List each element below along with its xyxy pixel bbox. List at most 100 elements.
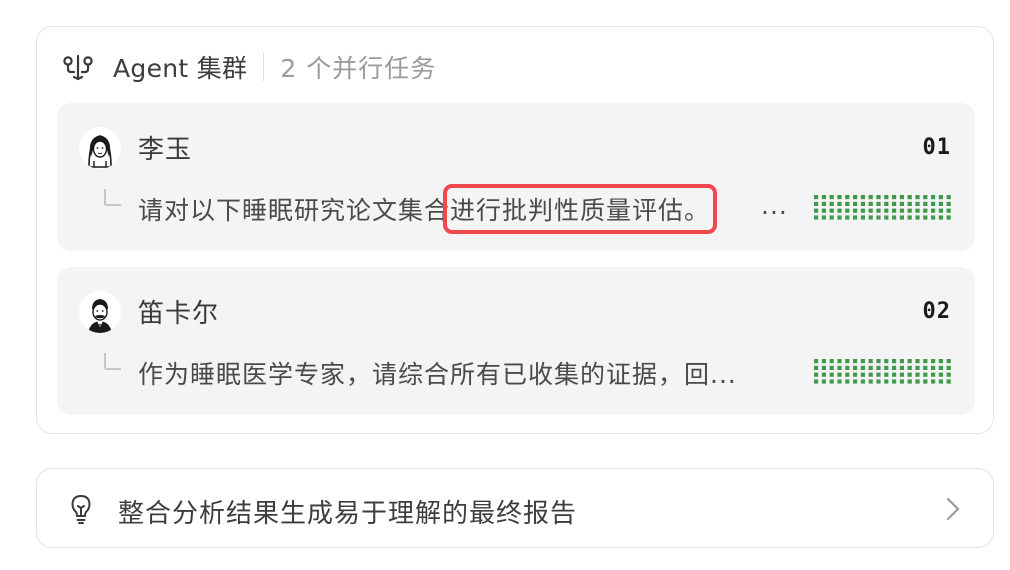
progress-dot: [845, 215, 850, 220]
agent-cluster-icon: [61, 50, 95, 84]
progress-dot: [829, 365, 834, 370]
progress-dot: [923, 215, 928, 220]
final-report-button[interactable]: 整合分析结果生成易于理解的最终报告: [36, 468, 994, 548]
progress-dot: [915, 359, 920, 364]
progress-dot: [884, 372, 889, 377]
progress-dot: [876, 365, 881, 370]
progress-dot: [814, 201, 819, 206]
progress-dot: [946, 359, 951, 364]
progress-dot: [853, 365, 858, 370]
task-card[interactable]: 李玉 01 请对以下睡眠研究论文集合进行批判性质量评估。 ...: [57, 103, 975, 251]
progress-dot: [907, 195, 912, 200]
progress-dot: [837, 208, 842, 213]
progress-dot: [829, 379, 834, 384]
progress-dot: [821, 195, 826, 200]
progress-dot: [884, 359, 889, 364]
progress-dot: [814, 215, 819, 220]
progress-dot: [814, 359, 819, 364]
progress-dot: [946, 195, 951, 200]
progress-dot: [853, 379, 858, 384]
progress-dot: [860, 215, 865, 220]
progress-dot: [884, 365, 889, 370]
header-divider: [263, 53, 265, 81]
progress-dot: [931, 195, 936, 200]
progress-dot: [876, 379, 881, 384]
progress-dot: [931, 359, 936, 364]
progress-dot: [821, 201, 826, 206]
agent-name: 李玉: [138, 135, 193, 165]
progress-dot: [821, 372, 826, 377]
progress-dot: [892, 359, 897, 364]
progress-dot: [923, 372, 928, 377]
progress-dot: [837, 201, 842, 206]
progress-dot: [860, 208, 865, 213]
progress-dot: [899, 372, 904, 377]
progress-dot: [899, 379, 904, 384]
ellipsis-text: ...: [761, 191, 788, 220]
progress-dot: [946, 215, 951, 220]
progress-dot: [938, 359, 943, 364]
branch-connector-icon: [104, 189, 121, 206]
progress-dot: [837, 365, 842, 370]
progress-dot: [899, 365, 904, 370]
progress-dot: [946, 379, 951, 384]
progress-dot: [931, 365, 936, 370]
progress-dot: [915, 215, 920, 220]
progress-dot: [829, 215, 834, 220]
progress-dot: [931, 372, 936, 377]
progress-dot: [884, 208, 889, 213]
task-card[interactable]: 笛卡尔 02 作为睡眠医学专家，请综合所有已收集的证据，回...: [57, 267, 975, 415]
progress-dot: [915, 208, 920, 213]
progress-dot: [899, 195, 904, 200]
progress-dot: [907, 359, 912, 364]
progress-dot: [829, 201, 834, 206]
task-description-text: 请对以下睡眠研究论文集合: [138, 196, 451, 225]
parallel-task-count: 2 个并行任务: [280, 54, 437, 83]
man-avatar: [79, 291, 121, 333]
progress-dot: [946, 372, 951, 377]
progress-dot: [853, 201, 858, 206]
progress-dot: [923, 201, 928, 206]
task-index: 02: [922, 299, 951, 324]
progress-dot: [931, 215, 936, 220]
progress-dot: [938, 372, 943, 377]
agent-name: 笛卡尔: [138, 299, 220, 329]
progress-dot: [814, 208, 819, 213]
progress-dot: [915, 379, 920, 384]
progress-dot: [860, 195, 865, 200]
progress-dot: [946, 208, 951, 213]
progress-dot: [837, 379, 842, 384]
progress-dot: [853, 372, 858, 377]
progress-dot: [845, 195, 850, 200]
progress-dot: [876, 195, 881, 200]
progress-dot: [860, 379, 865, 384]
progress-dot: [868, 365, 873, 370]
progress-dot: [814, 379, 819, 384]
progress-dot: [892, 201, 897, 206]
progress-dot: [946, 201, 951, 206]
progress-dot: [814, 372, 819, 377]
progress-dot: [868, 208, 873, 213]
progress-dot: [923, 365, 928, 370]
progress-dot: [837, 372, 842, 377]
progress-dot: [892, 365, 897, 370]
progress-dot: [931, 379, 936, 384]
progress-dot: [829, 195, 834, 200]
progress-dots-icon: [814, 359, 951, 384]
progress-dot: [868, 215, 873, 220]
branch-connector-icon: [104, 353, 121, 370]
progress-dot: [860, 359, 865, 364]
progress-dot: [876, 208, 881, 213]
progress-dot: [821, 208, 826, 213]
progress-dot: [923, 379, 928, 384]
lightbulb-icon: [71, 495, 91, 524]
progress-dot: [845, 372, 850, 377]
progress-dot: [931, 208, 936, 213]
progress-dot: [868, 372, 873, 377]
highlighted-text: 进行批判性质量评估。: [443, 184, 718, 234]
progress-dot: [876, 215, 881, 220]
progress-dot: [845, 359, 850, 364]
agent-cluster-panel: Agent 集群 2 个并行任务 李玉 01 请对以下睡眠研究论文集合进行批判性…: [36, 26, 994, 434]
progress-dot: [892, 195, 897, 200]
progress-dot: [899, 215, 904, 220]
